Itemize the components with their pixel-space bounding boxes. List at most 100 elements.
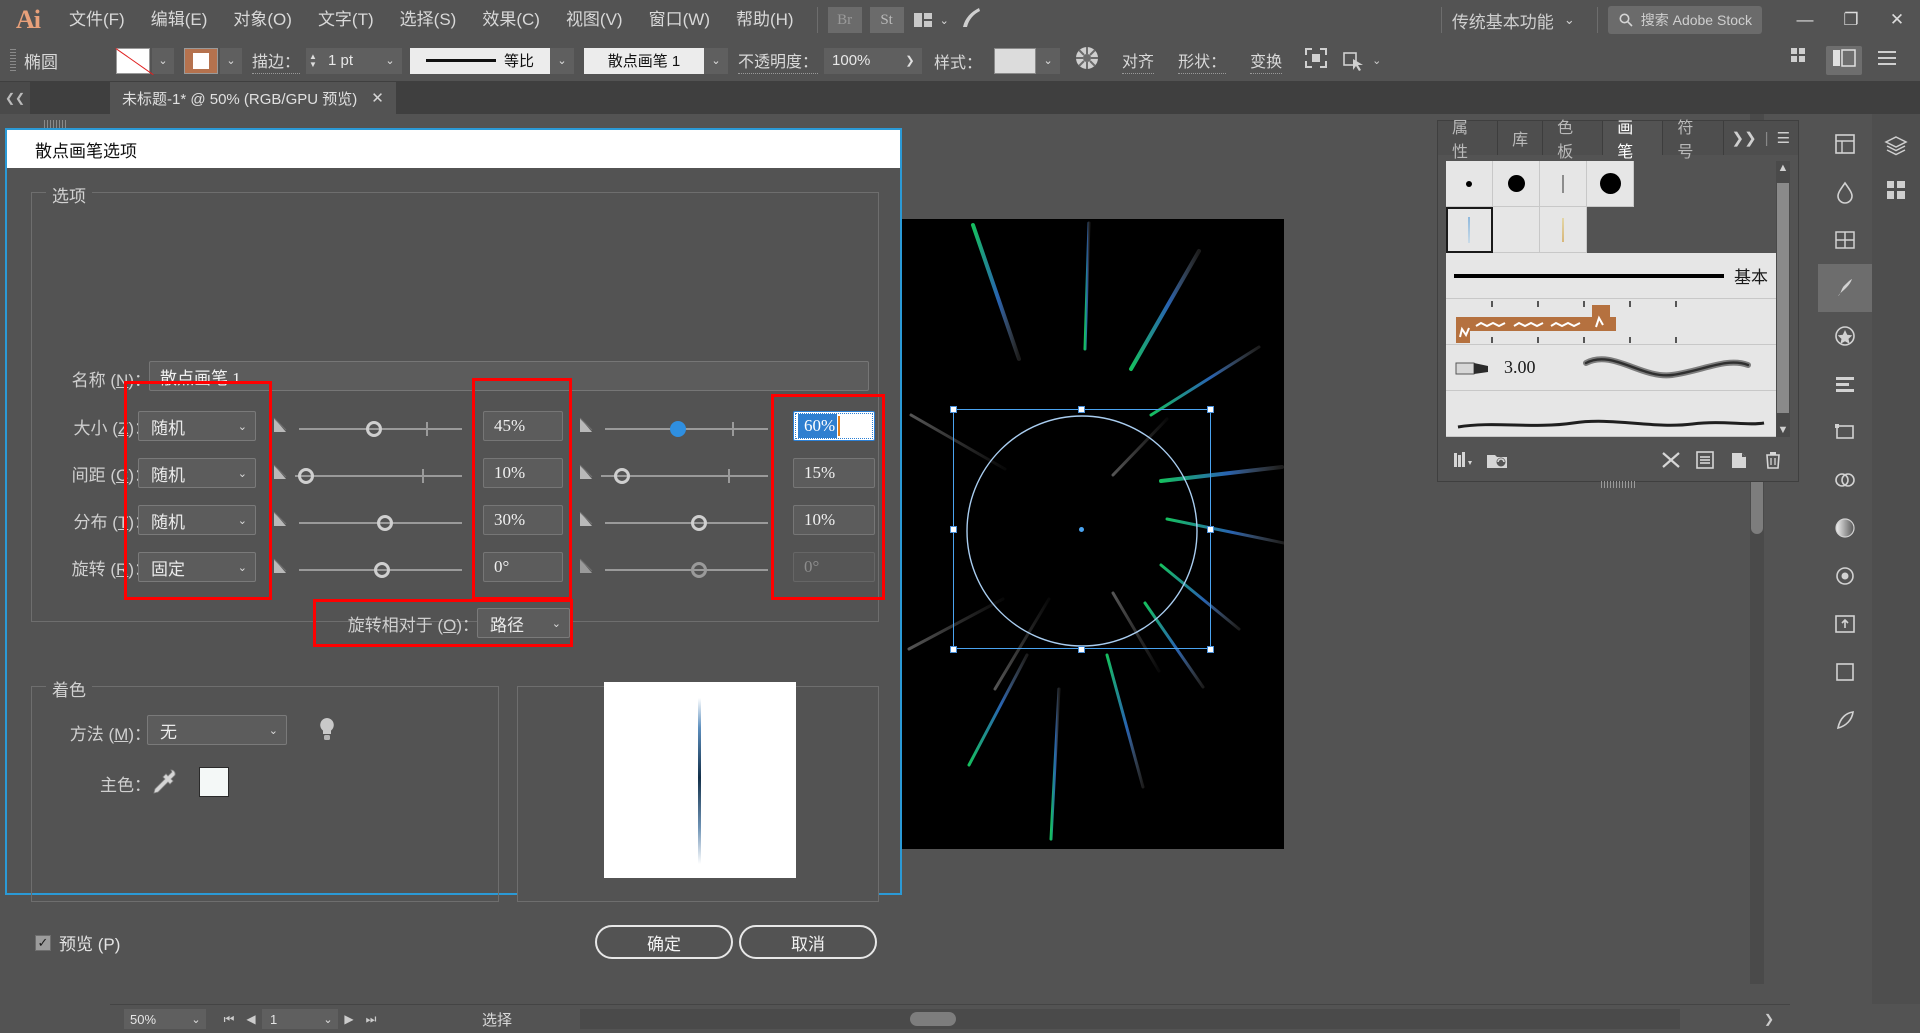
slider-knob[interactable]	[298, 468, 315, 484]
scrollbar-thumb[interactable]	[910, 1012, 956, 1026]
creative-cloud-libraries-icon[interactable]	[1480, 446, 1514, 474]
tab-bar-collapse-handle[interactable]: ❮❮	[0, 82, 30, 114]
menu-item-edit[interactable]: 编辑(E)	[138, 0, 221, 40]
brush-definition-caret-icon[interactable]: ⌄	[704, 47, 729, 74]
menu-item-help[interactable]: 帮助(H)	[723, 0, 807, 40]
brush-item-scatter-1-selected[interactable]	[1446, 207, 1493, 253]
brush-options-icon[interactable]	[1688, 446, 1722, 474]
tab-swatches[interactable]: 色板	[1543, 120, 1604, 161]
menu-item-select[interactable]: 选择(S)	[387, 0, 470, 40]
scatter-min-input[interactable]: 30%	[483, 505, 563, 535]
brush-item-dot-small[interactable]	[1446, 161, 1493, 207]
delete-brush-icon[interactable]	[1756, 446, 1790, 474]
isolate-selected-object-button[interactable]	[1304, 47, 1328, 74]
window-maximize-button[interactable]: ❐	[1828, 0, 1874, 40]
slider-knob[interactable]	[373, 562, 390, 578]
scatter-max-input[interactable]: 10%	[793, 505, 875, 535]
menu-item-view[interactable]: 视图(V)	[553, 0, 636, 40]
recolor-artwork-button[interactable]	[1074, 45, 1099, 76]
brush-name-input[interactable]: 散点画笔 1	[149, 361, 869, 391]
artboard-number-caret-icon[interactable]: ⌄	[318, 1009, 338, 1029]
new-brush-icon[interactable]	[1722, 446, 1756, 474]
window-close-button[interactable]: ✕	[1874, 0, 1920, 40]
ok-button[interactable]: 确定	[595, 925, 733, 959]
panel-resize-grip[interactable]	[1601, 481, 1635, 488]
fill-dropdown-caret-icon[interactable]: ⌄	[152, 47, 174, 74]
panel-overflow-controls[interactable]: ❯❯ | ☰	[1723, 121, 1799, 155]
select-similar-objects-button[interactable]: ⌄	[1342, 50, 1381, 72]
rail-icon-transform[interactable]	[1818, 408, 1872, 456]
size-max-input[interactable]: 60%	[793, 411, 875, 441]
brush-item-partial[interactable]	[1446, 391, 1776, 437]
main-color-swatch[interactable]	[199, 767, 229, 797]
transform-button[interactable]: 变换	[1250, 48, 1283, 74]
spacing-max-input[interactable]: 15%	[793, 458, 875, 488]
zoom-level-caret-icon[interactable]: ⌄	[186, 1009, 206, 1029]
brush-item-dot-medium[interactable]	[1493, 161, 1540, 207]
chevron-down-icon[interactable]: ⌄	[1372, 54, 1381, 67]
rail-icon-appearance[interactable]	[1818, 552, 1872, 600]
stroke-weight-input[interactable]: 1 pt	[320, 47, 379, 74]
rail-icon-swatches[interactable]	[1818, 216, 1872, 264]
rail-icon-gradient[interactable]	[1818, 504, 1872, 552]
rail-icon-artboards[interactable]	[1818, 648, 1872, 696]
selection-handle[interactable]	[1207, 526, 1214, 533]
cancel-button[interactable]: 取消	[739, 925, 877, 959]
fill-color-swatch[interactable]	[116, 47, 150, 74]
workspace-switcher[interactable]: 传统基本功能	[1452, 8, 1554, 33]
brush-item-thin-line[interactable]	[1540, 161, 1587, 207]
graphic-style-caret-icon[interactable]: ⌄	[1036, 47, 1061, 74]
brush-definition-select[interactable]: 散点画笔 1	[584, 47, 705, 74]
menu-item-file[interactable]: 文件(F)	[56, 0, 138, 40]
rotate-relative-select[interactable]: 路径 ⌄	[477, 608, 570, 638]
scroll-down-icon[interactable]: ▼	[1777, 423, 1789, 437]
brush-item-blank[interactable]	[1493, 207, 1540, 253]
rail-icon-brushes[interactable]	[1818, 264, 1872, 312]
remove-brush-stroke-icon[interactable]	[1654, 446, 1688, 474]
brush-libraries-menu-icon[interactable]	[1446, 446, 1480, 474]
stock-search-input[interactable]: 搜索 Adobe Stock	[1607, 6, 1762, 34]
opacity-expand-icon[interactable]: ❯	[898, 47, 923, 74]
menu-item-effect[interactable]: 效果(C)	[469, 0, 553, 40]
preview-checkbox-box[interactable]: ✓	[35, 934, 51, 951]
chevron-down-icon[interactable]: ⌄	[1564, 12, 1575, 28]
illustrator-feather-icon[interactable]	[959, 6, 985, 35]
window-minimize-button[interactable]: —	[1782, 0, 1828, 40]
panel-menu-button[interactable]	[1876, 49, 1898, 72]
scrollbar-thumb[interactable]	[1777, 183, 1789, 413]
selection-handle[interactable]	[1207, 646, 1214, 653]
graphic-style-swatch[interactable]	[994, 47, 1037, 74]
tips-bulb-icon[interactable]	[317, 717, 337, 743]
stroke-weight-caret-icon[interactable]: ⌄	[378, 47, 403, 74]
selection-handle[interactable]	[1078, 406, 1085, 413]
stroke-weight-stepper[interactable]: ▲ ▼	[306, 47, 321, 74]
tab-libraries[interactable]: 库	[1498, 121, 1544, 155]
stroke-profile-select[interactable]: 等比	[410, 47, 551, 74]
size-min-slider[interactable]	[299, 414, 462, 444]
rail-icon-color[interactable]	[1818, 168, 1872, 216]
brush-item-dot-large[interactable]	[1587, 161, 1634, 207]
tab-properties[interactable]: 属性	[1438, 120, 1499, 161]
menu-item-window[interactable]: 窗口(W)	[636, 0, 723, 40]
menu-item-object[interactable]: 对象(O)	[220, 0, 305, 40]
scatter-max-slider[interactable]	[605, 508, 768, 538]
shape-button[interactable]: 形状：	[1178, 48, 1227, 74]
spacing-min-input[interactable]: 10%	[483, 458, 563, 488]
rail-icon-asset-export[interactable]	[1818, 600, 1872, 648]
colorize-method-select[interactable]: 无 ⌄	[147, 715, 287, 745]
size-min-input[interactable]: 45%	[483, 411, 563, 441]
align-button[interactable]: 对齐	[1122, 48, 1155, 74]
previous-artboard-button[interactable]: ◀	[240, 1008, 262, 1030]
next-artboard-button[interactable]: ▶	[338, 1008, 360, 1030]
stroke-dropdown-caret-icon[interactable]: ⌄	[220, 47, 242, 74]
brushes-panel[interactable]: 属性 库 色板 画笔 符号 ❯❯ | ☰ 基本 3.00 ▲ ▼	[1437, 120, 1799, 488]
slider-knob[interactable]	[614, 468, 631, 484]
rotation-input[interactable]: 0°	[483, 552, 563, 582]
scatter-brush-options-dialog[interactable]: 散点画笔选项 选项 名称 (N)： 散点画笔 1 大小 (Z)： 随机 ⌄ 45%…	[5, 128, 902, 959]
stock-button[interactable]: St	[869, 7, 904, 33]
selection-handle[interactable]	[950, 646, 957, 653]
slider-knob[interactable]	[365, 421, 382, 437]
dock-icon-libraries[interactable]	[1872, 168, 1920, 212]
tab-symbols[interactable]: 符号	[1663, 120, 1724, 161]
arrange-panel-button[interactable]	[1826, 46, 1862, 75]
